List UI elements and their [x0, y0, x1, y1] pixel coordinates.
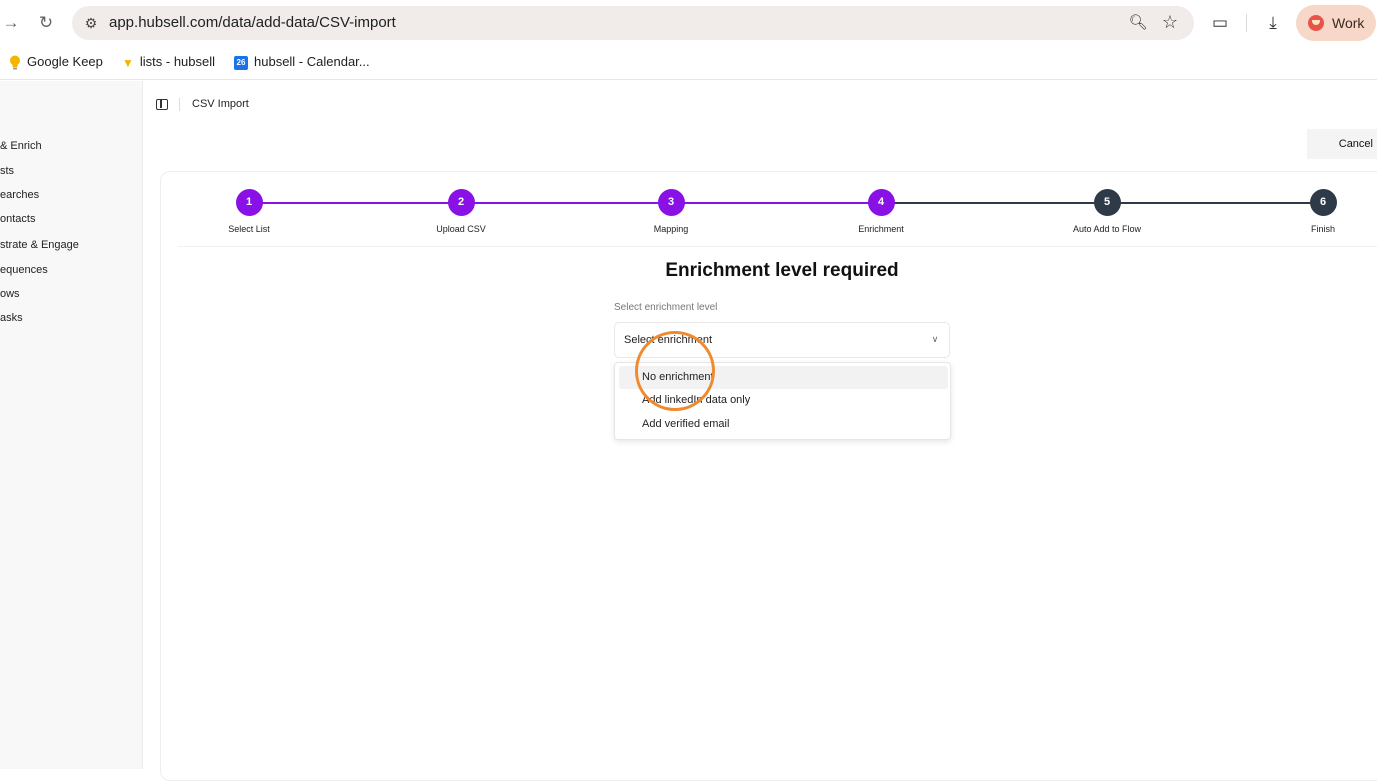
step-select-list: 1 Select List — [189, 189, 309, 234]
bookmark-hubsell-calendar[interactable]: 26 hubsell - Calendar... — [234, 54, 370, 72]
bookmark-label: Google Keep — [27, 54, 103, 69]
profile-button[interactable]: Work — [1296, 5, 1376, 41]
step-enrichment: 4 Enrichment — [821, 189, 941, 234]
chevron-down-icon: ∨ — [931, 334, 939, 344]
step-label: Auto Add to Flow — [1072, 224, 1142, 234]
page-title: Enrichment level required — [665, 260, 899, 281]
browser-toolbar: → ↻ ⚙ app.hubsell.com/data/add-data/CSV-… — [0, 0, 1377, 46]
step-label: Mapping — [653, 224, 689, 234]
enrichment-field-label: Select enrichment level — [614, 302, 718, 313]
sidebar-item-contacts[interactable]: ontacts — [0, 213, 35, 225]
main-header: CSV Import — [144, 81, 1377, 129]
bookmark-google-keep[interactable]: Google Keep — [9, 54, 103, 72]
sidebar-item-flows[interactable]: ows — [0, 288, 20, 300]
sidebar-item-orchestrate-engage[interactable]: strate & Engage — [0, 239, 79, 251]
stepper-line-complete — [249, 202, 881, 204]
reload-icon[interactable]: ↻ — [35, 12, 57, 34]
bookmark-label: lists - hubsell — [139, 54, 216, 69]
profile-label: Work — [1332, 15, 1365, 31]
stepper-divider — [178, 246, 1377, 247]
lightbulb-icon — [10, 55, 20, 70]
profile-avatar-icon — [1308, 15, 1324, 31]
step-label: Select List — [228, 224, 270, 234]
enrichment-dropdown: No enrichment Add linkedIn data only Add… — [614, 362, 951, 440]
option-no-enrichment[interactable]: No enrichment — [619, 366, 948, 389]
step-number: 6 — [1309, 189, 1337, 216]
extensions-icon[interactable]: ▭ — [1208, 11, 1232, 35]
cancel-button[interactable]: Cancel — [1307, 129, 1377, 159]
step-upload-csv: 2 Upload CSV — [401, 189, 521, 234]
star-icon[interactable]: ☆ — [1159, 11, 1181, 33]
step-finish: 6 Finish — [1263, 189, 1377, 234]
sidebar: & Enrich sts earches ontacts strate & En… — [0, 81, 143, 769]
site-settings-icon[interactable]: ⚙ — [80, 12, 102, 34]
enrichment-select[interactable]: Select enrichment ∨ — [614, 322, 950, 358]
step-number: 1 — [235, 189, 263, 216]
bookmark-lists-hubsell[interactable]: ▼ lists - hubsell — [122, 54, 215, 72]
bookmark-label: hubsell - Calendar... — [254, 54, 370, 69]
sidebar-item-tasks[interactable]: asks — [0, 312, 23, 324]
breadcrumb: CSV Import — [192, 98, 249, 110]
sidebar-item-sequences[interactable]: equences — [0, 264, 48, 276]
step-label: Upload CSV — [436, 224, 486, 234]
step-auto-add-to-flow: 5 Auto Add to Flow — [1047, 189, 1167, 234]
step-number: 3 — [657, 189, 685, 216]
toolbar-separator — [1246, 14, 1247, 32]
option-verified-email[interactable]: Add verified email — [619, 413, 948, 436]
option-linkedin-data-only[interactable]: Add linkedIn data only — [619, 389, 948, 412]
url-text[interactable]: app.hubsell.com/data/add-data/CSV-import — [109, 14, 396, 31]
select-value: Select enrichment — [624, 334, 713, 346]
sidebar-item-enrich[interactable]: & Enrich — [0, 140, 42, 152]
step-number: 5 — [1093, 189, 1121, 216]
step-number: 2 — [447, 189, 475, 216]
sidebar-toggle-icon[interactable] — [156, 99, 168, 110]
forward-arrow-icon[interactable]: → — [0, 12, 22, 34]
step-number: 4 — [867, 189, 895, 216]
bookmarks-bar: Google Keep ▼ lists - hubsell 26 hubsell -… — [0, 46, 1377, 80]
breadcrumb-separator — [179, 98, 180, 111]
step-label: Enrichment — [858, 224, 904, 234]
step-mapping: 3 Mapping — [611, 189, 731, 234]
address-bar[interactable]: ⚙ app.hubsell.com/data/add-data/CSV-impo… — [72, 6, 1194, 40]
download-icon[interactable]: ⤓ — [1261, 11, 1285, 35]
funnel-icon: ▼ — [122, 55, 134, 70]
zoom-icon[interactable]: 🔍︎ — [1127, 12, 1149, 34]
calendar-icon: 26 — [234, 55, 248, 70]
step-label: Finish — [1310, 224, 1335, 234]
sidebar-item-searches[interactable]: earches — [0, 189, 39, 201]
sidebar-item-lists[interactable]: sts — [0, 165, 14, 177]
